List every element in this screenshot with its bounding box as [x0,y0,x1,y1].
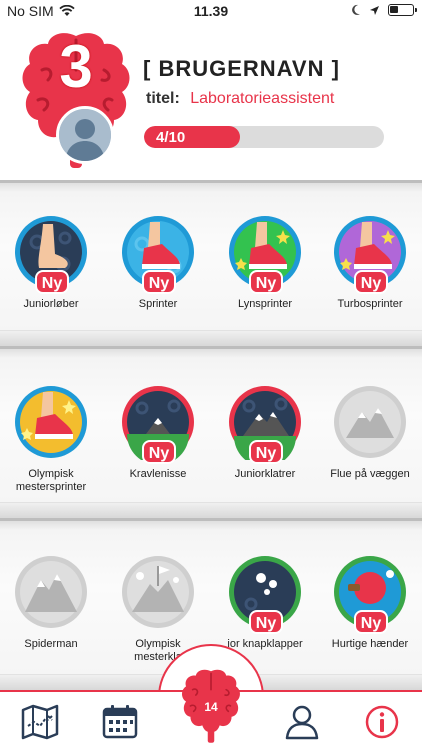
badge-name: Hurtige hænder [331,638,409,650]
location-arrow-icon [370,5,379,15]
level-brain: 3 [20,30,132,174]
new-badge-label: Ny [249,270,283,294]
title-value: Laboratorieassistent [190,90,335,107]
sneaker-star-badge-icon [15,386,87,458]
badge-name: Turbosprinter [337,298,403,310]
badge-hurtige-haender[interactable]: Ny Hurtige hænder [324,554,416,651]
progress-text: 4/10 [156,129,186,146]
locked-mountain-badge-icon [15,556,87,628]
user-silhouette-icon [59,109,111,161]
moon-icon [352,4,360,15]
badge-turbosprinter[interactable]: Ny Turbosprinter [324,214,416,311]
avatar[interactable] [56,106,114,164]
badge-junior-knapklapper[interactable]: Ny ior knapklapper [219,554,311,651]
title-label: titel: [146,90,180,107]
badge-name: Lynsprinter [237,298,292,310]
tab-calendar[interactable] [98,702,142,742]
calendar-icon [102,705,138,739]
new-badge-label: Ny [354,610,388,634]
brain-count: 14 [204,700,218,714]
new-badge-label: Ny [354,270,388,294]
level-number: 3 [59,33,93,100]
new-badge-label: Ny [249,440,283,464]
status-bar: No SIM 11.39 [0,0,422,22]
new-badge-label: Ny [142,270,176,294]
person-icon [285,705,319,740]
info-icon [365,705,399,739]
title-row: titel: Laboratorieassistent [146,90,334,108]
badge-kravlenisse[interactable]: Ny Kravlenisse [112,384,204,481]
badge-juniorloeber[interactable]: Ny Juniorløber [5,214,97,311]
badge-sprinter[interactable]: Ny Sprinter [112,214,204,311]
new-badge-label: Ny [35,270,69,294]
tab-map[interactable] [18,702,62,742]
badge-spiderman[interactable]: Spiderman [5,554,97,651]
badge-name: Juniorklatrer [234,468,296,480]
badge-name: Olympisk mestersprinter [15,468,87,493]
badge-flue-paa-vaeggen[interactable]: Flue på væggen [324,384,416,481]
badge-name: Juniorløber [23,298,79,310]
locked-flag-mountain-badge-icon [122,556,194,628]
tab-profile[interactable] [280,702,324,742]
badge-name: Sprinter [138,298,178,310]
badge-name: Spiderman [24,638,78,650]
level-progress-bar: 4/10 [144,126,384,148]
badge-name: Flue på væggen [330,468,410,480]
badge-lynsprinter[interactable]: Ny Lynsprinter [219,214,311,311]
badge-name: Kravlenisse [129,468,187,480]
new-badge-label: Ny [142,440,176,464]
badge-olympisk-mestersprinter[interactable]: Olympisk mestersprinter [5,384,97,494]
map-icon [21,704,59,740]
username: [ BRUGERNAVN ] [143,56,340,81]
locked-mountain-badge-icon [334,386,406,458]
battery-icon [388,4,417,16]
badge-juniorklatrer[interactable]: Ny Juniorklatrer [219,384,311,481]
tab-info[interactable] [360,702,404,742]
new-badge-label: Ny [249,610,283,634]
profile-header: 3 [ BRUGERNAVN ] titel: Laboratorieassis… [0,22,422,180]
